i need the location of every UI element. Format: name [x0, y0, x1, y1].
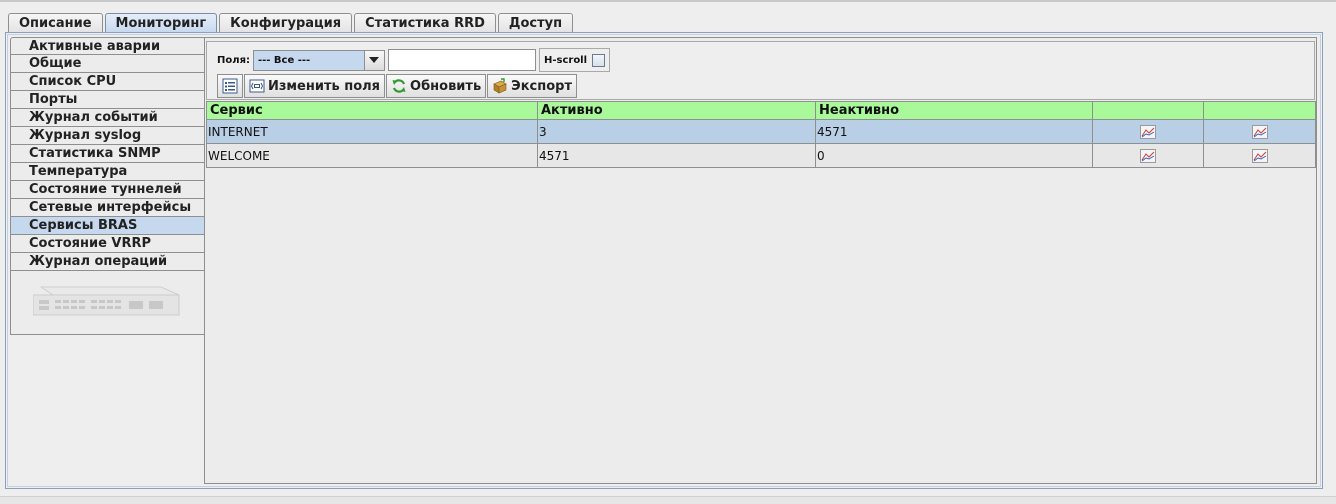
tab-monitoring[interactable]: Мониторинг: [104, 13, 218, 33]
refresh-icon: [392, 79, 406, 93]
fields-select[interactable]: --- Все ---: [252, 49, 385, 71]
export-button[interactable]: Экспорт: [487, 74, 577, 98]
side-item-syslog[interactable]: Журнал syslog: [10, 127, 204, 145]
side-item-network-interfaces[interactable]: Сетевые интерфейсы: [10, 199, 204, 217]
search-input[interactable]: [387, 49, 536, 71]
side-item-snmp-statistics[interactable]: Статистика SNMP: [10, 145, 204, 163]
column-list-icon: [222, 78, 238, 94]
side-item-ports[interactable]: Порты: [10, 91, 204, 109]
tab-access[interactable]: Доступ: [497, 13, 574, 33]
action-buttons: Изменить поля Обновить Экспорт: [217, 74, 578, 98]
table-row[interactable]: INTERNET 3 4571: [206, 119, 1316, 144]
chart-icon[interactable]: [1251, 124, 1268, 139]
cell-chart-1[interactable]: [1092, 119, 1204, 144]
chevron-down-icon[interactable]: [363, 50, 384, 70]
cell-chart-2[interactable]: [1203, 143, 1316, 168]
column-header-chart-2[interactable]: [1203, 101, 1316, 120]
edit-fields-button[interactable]: Изменить поля: [244, 74, 386, 98]
cell-service[interactable]: INTERNET: [206, 119, 538, 144]
tab-description[interactable]: Описание: [8, 13, 103, 33]
tab-rrd-statistics[interactable]: Статистика RRD: [354, 13, 496, 33]
cell-inactive[interactable]: 4571: [815, 119, 1093, 144]
side-item-bras-services[interactable]: Сервисы BRAS: [10, 217, 204, 235]
side-item-operations-log[interactable]: Журнал операций: [10, 253, 204, 271]
hscroll-toggle[interactable]: H-scroll: [538, 48, 611, 72]
refresh-label: Обновить: [410, 78, 482, 94]
cell-inactive[interactable]: 0: [815, 143, 1093, 168]
bras-services-content: Поля: --- Все --- H-scroll Изменить поля…: [204, 37, 1317, 484]
column-header-inactive[interactable]: Неактивно: [815, 101, 1093, 120]
column-header-chart-1[interactable]: [1092, 101, 1204, 120]
edit-fields-icon: [249, 79, 265, 93]
fields-select-value: --- Все ---: [257, 54, 311, 66]
filter-toolbar: Поля: --- Все --- H-scroll Изменить поля…: [206, 41, 1315, 100]
cell-active[interactable]: 3: [537, 119, 816, 144]
tab-configuration[interactable]: Конфигурация: [219, 13, 353, 33]
refresh-button[interactable]: Обновить: [386, 74, 487, 98]
export-icon: [493, 78, 507, 94]
column-header-active[interactable]: Активно: [537, 101, 816, 120]
cell-chart-1[interactable]: [1092, 143, 1204, 168]
filter-row: Поля: --- Все --- H-scroll: [217, 48, 611, 72]
cell-service[interactable]: WELCOME: [206, 143, 538, 168]
column-header-service[interactable]: Сервис: [206, 101, 538, 120]
table-header-row: Сервис Активно Неактивно: [206, 101, 1316, 120]
side-item-tunnel-state[interactable]: Состояние туннелей: [10, 181, 204, 199]
side-item-general[interactable]: Общие: [10, 55, 204, 73]
window-top-border: [0, 0, 1336, 2]
chart-icon[interactable]: [1251, 148, 1268, 163]
table-row[interactable]: WELCOME 4571 0: [206, 143, 1316, 168]
cell-active[interactable]: 4571: [537, 143, 816, 168]
cell-chart-2[interactable]: [1203, 119, 1316, 144]
chart-icon[interactable]: [1140, 124, 1156, 139]
edit-fields-label: Изменить поля: [268, 78, 381, 94]
network-switch-icon: [33, 286, 180, 316]
side-item-temperature[interactable]: Температура: [10, 163, 204, 181]
hscroll-checkbox[interactable]: [592, 53, 606, 67]
hscroll-label: H-scroll: [543, 54, 588, 66]
device-image-panel: [10, 271, 204, 335]
window-bottom-border: [0, 496, 1336, 504]
side-item-vrrp-state[interactable]: Состояние VRRP: [10, 235, 204, 253]
chart-icon[interactable]: [1140, 148, 1156, 163]
fields-label: Поля:: [217, 54, 250, 66]
columns-button[interactable]: [217, 74, 243, 98]
side-item-event-log[interactable]: Журнал событий: [10, 109, 204, 127]
side-item-cpu-list[interactable]: Список CPU: [10, 73, 204, 91]
side-menu: Активные аварии Общие Список CPU Порты Ж…: [10, 37, 204, 335]
main-tab-bar: Описание Мониторинг Конфигурация Статист…: [8, 13, 575, 33]
export-label: Экспорт: [511, 78, 572, 94]
bras-services-table: Сервис Активно Неактивно INTERNET 3 4571: [206, 101, 1316, 168]
side-item-active-alarms[interactable]: Активные аварии: [10, 37, 204, 55]
